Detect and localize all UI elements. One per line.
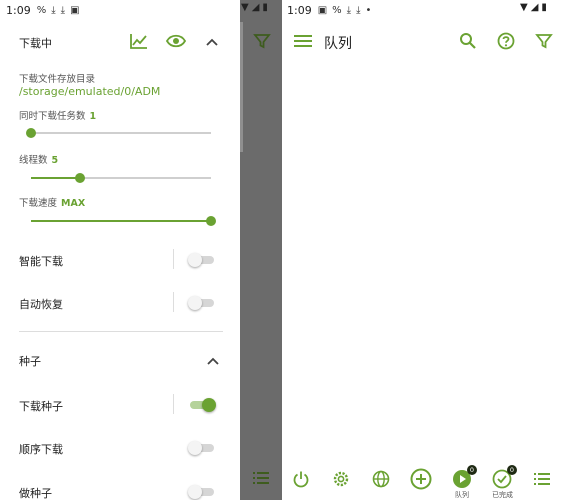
completed-badge: 0 [507, 465, 517, 475]
add-download-icon[interactable] [410, 468, 432, 490]
eye-icon[interactable] [165, 32, 187, 50]
status-signal-right: ▼ ◢ ▮ [520, 2, 547, 13]
download-icon: ⤓ [356, 4, 361, 16]
drawer-scrim[interactable] [240, 0, 282, 500]
auto-resume-label: 自动恢复 [19, 298, 63, 311]
settings-drawer: 1:09 % ⤓ ⤓ ▣ 下载中 下载文件存放目录 /storage/emula… [0, 0, 240, 500]
status-time: 1:09 [6, 3, 31, 17]
slider-thumb[interactable] [74, 173, 85, 183]
status-bar-right: 1:09 ▣ % ⤓ ⤓ • [287, 0, 376, 20]
concurrent-tasks-label: 同时下载任务数 1 [19, 108, 96, 122]
filter-icon[interactable] [253, 32, 271, 50]
auto-resume-toggle[interactable] [188, 295, 216, 311]
wifi-icon: ▼ [241, 2, 249, 13]
filter-icon[interactable] [534, 31, 554, 51]
percent-icon: % [332, 4, 342, 16]
download-icon: ⤓ [51, 4, 56, 16]
smart-download-label: 智能下载 [19, 255, 63, 268]
battery-icon: ▮ [262, 2, 268, 13]
page-title: 队列 [324, 36, 352, 52]
concurrent-tasks-text: 同时下载任务数 [19, 111, 86, 122]
threads-label: 线程数 5 [19, 152, 58, 166]
download-torrent-label: 下载种子 [19, 400, 63, 413]
slider-thumb[interactable] [26, 128, 36, 138]
chart-icon[interactable] [129, 32, 149, 50]
list-icon[interactable] [531, 468, 553, 490]
divider [173, 394, 174, 414]
save-dir-path[interactable]: /storage/emulated/0/ADM [19, 85, 160, 98]
seeding-toggle[interactable] [188, 484, 216, 500]
image-icon: ▣ [70, 4, 80, 16]
divider [173, 249, 174, 269]
drawer-scrollbar[interactable] [240, 22, 243, 152]
status-signal-left: ▼ ◢ ▮ [241, 2, 268, 13]
slider-fill [31, 177, 80, 179]
image-icon: ▣ [317, 4, 328, 16]
percent-icon: % [36, 4, 47, 16]
status-bar-left: 1:09 % ⤓ ⤓ ▣ [6, 0, 85, 20]
downloading-section-title: 下载中 [19, 37, 52, 50]
settings-gear-icon[interactable] [330, 468, 352, 490]
queue-label: 队列 [455, 491, 469, 499]
divider [173, 292, 174, 312]
speed-label: 下载速度 MAX [19, 195, 85, 209]
downloading-section-actions [129, 32, 219, 50]
download-icon: ⤓ [346, 4, 352, 16]
smart-download-toggle[interactable] [188, 252, 216, 268]
download-icon: ⤓ [60, 4, 66, 16]
queue-badge: 0 [467, 465, 477, 475]
threads-text: 线程数 [19, 155, 48, 166]
save-dir-label: 下载文件存放目录 [19, 74, 96, 85]
sequential-download-toggle[interactable] [188, 440, 216, 456]
completed-label: 已完成 [492, 491, 513, 499]
battery-icon: ▮ [541, 2, 547, 13]
chevron-up-icon[interactable] [206, 353, 220, 367]
speed-text: 下载速度 [19, 198, 58, 209]
status-time: 1:09 [287, 3, 312, 17]
speed-value: MAX [61, 198, 86, 209]
threads-value: 5 [51, 155, 59, 166]
dot-icon: • [365, 4, 372, 16]
threads-slider[interactable] [31, 172, 211, 184]
concurrent-tasks-slider[interactable] [26, 127, 211, 139]
speed-slider[interactable] [31, 215, 216, 227]
list-icon[interactable] [252, 470, 270, 486]
seeding-label: 做种子 [19, 487, 52, 500]
section-divider [19, 331, 223, 332]
concurrent-tasks-value: 1 [89, 111, 97, 122]
search-icon[interactable] [458, 31, 478, 51]
torrent-section-title: 种子 [19, 355, 41, 368]
queue-screen [282, 0, 562, 500]
browser-globe-icon[interactable] [370, 468, 392, 490]
slider-thumb[interactable] [206, 216, 216, 226]
download-torrent-toggle[interactable] [188, 397, 216, 413]
slider-track [31, 132, 211, 134]
sequential-download-label: 顺序下载 [19, 443, 63, 456]
help-icon[interactable] [496, 31, 516, 51]
power-icon[interactable] [290, 468, 312, 490]
slider-fill [31, 220, 211, 222]
menu-icon[interactable] [293, 31, 313, 51]
wifi-icon: ▼ [520, 2, 528, 13]
signal-icon: ◢ [530, 2, 539, 13]
signal-icon: ◢ [251, 2, 260, 13]
chevron-up-icon[interactable] [205, 34, 219, 48]
